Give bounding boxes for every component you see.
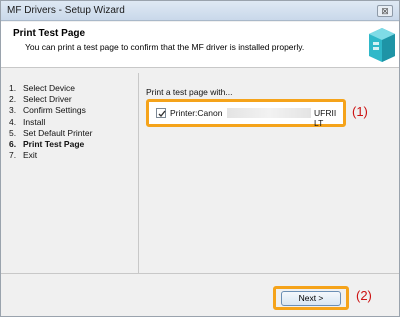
step-item: 2. Select Driver (9, 94, 133, 105)
content-area: Print a test page with... (146, 87, 232, 97)
redacted-model-name (227, 108, 311, 118)
setup-wizard-window: MF Drivers - Setup Wizard ⊠ Print Test P… (0, 0, 400, 317)
printer-option-highlight[interactable]: Printer:Canon UFRII LT (146, 99, 346, 128)
step-item: 5. Set Default Printer (9, 128, 133, 139)
step-item: 1. Select Device (9, 83, 133, 94)
printer-name-suffix: UFRII LT (314, 108, 337, 128)
step-label: Install (23, 116, 46, 127)
step-item: 6. Print Test Page (9, 139, 133, 150)
step-number: 4. (9, 116, 17, 127)
step-label: Set Default Printer (23, 127, 93, 138)
step-label: Select Device (23, 83, 75, 93)
step-number: 2. (9, 94, 17, 105)
window-title: MF Drivers - Setup Wizard (7, 5, 125, 16)
header-description: You can print a test page to confirm tha… (25, 42, 305, 52)
step-item: 4. Install (9, 117, 133, 128)
footer-divider (1, 273, 399, 274)
step-item: 3. Confirm Settings (9, 105, 133, 116)
step-item: 7. Exit (9, 150, 133, 161)
step-number: 3. (9, 105, 17, 116)
title-bar: MF Drivers - Setup Wizard ⊠ (1, 1, 399, 21)
next-button-highlight: Next > (273, 286, 349, 310)
step-label: Exit (23, 150, 38, 161)
step-number: 6. (9, 139, 17, 150)
annotation-label-1: (1) (352, 104, 368, 119)
printer-name-prefix: Printer:Canon (170, 108, 223, 118)
step-number: 7. (9, 150, 17, 161)
step-list: 1. Select Device 2. Select Driver 3. Confirm … (9, 83, 133, 161)
step-number: 1. (9, 83, 17, 93)
step-number: 5. (9, 127, 17, 138)
next-button[interactable]: Next > (281, 291, 341, 306)
print-prompt: Print a test page with... (146, 87, 233, 97)
header-title: Print Test Page (13, 28, 86, 39)
annotation-label-2: (2) (356, 288, 372, 303)
step-label: Confirm Settings (23, 105, 86, 116)
close-button[interactable]: ⊠ (377, 5, 393, 17)
checkmark-icon (158, 110, 166, 118)
step-label: Print Test Page (23, 139, 85, 150)
divider (138, 73, 139, 273)
step-label: Select Driver (23, 94, 72, 105)
printer-checkbox[interactable] (156, 108, 166, 118)
printer-cube-icon (369, 28, 395, 62)
wizard-header: Print Test Page You can print a test pag… (1, 22, 399, 68)
